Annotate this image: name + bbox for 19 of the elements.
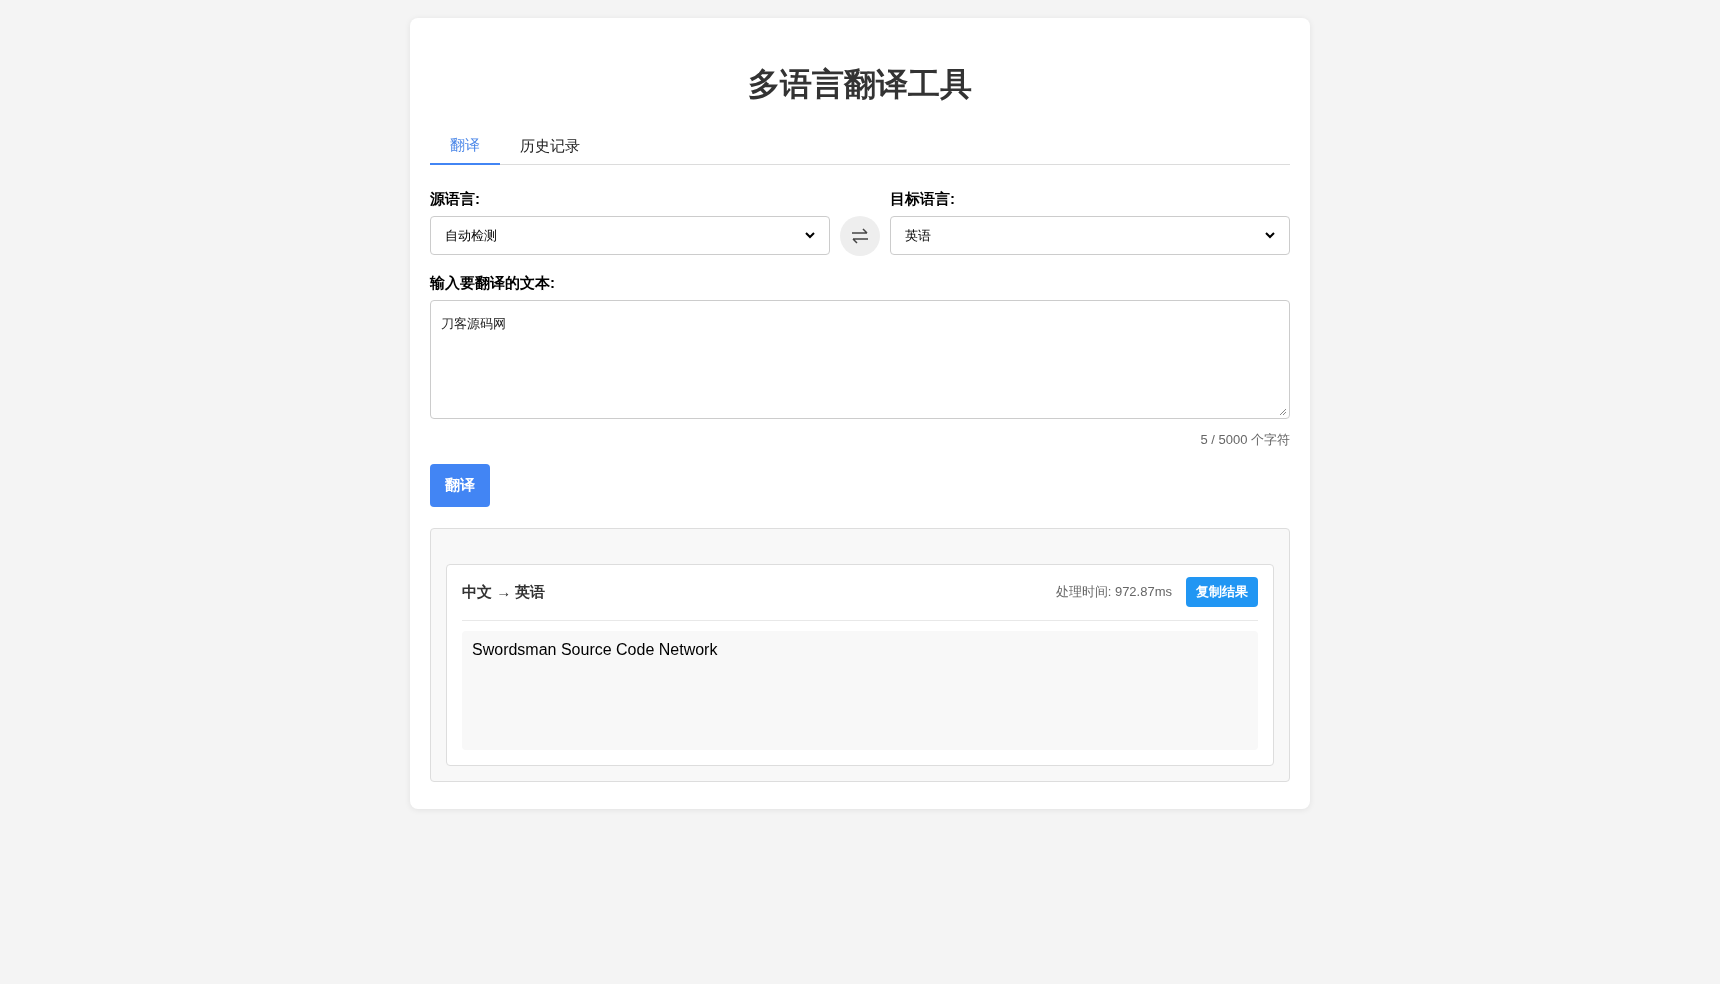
translation-direction: 中文 → 英语: [462, 581, 546, 602]
target-language-select[interactable]: 英语: [890, 216, 1290, 255]
swap-languages-button[interactable]: [840, 216, 880, 256]
chevron-down-icon: [805, 232, 815, 239]
character-counter: 5 / 5000 个字符: [1200, 431, 1290, 449]
processing-time: 处理时间: 972.87ms: [1055, 583, 1172, 602]
resize-handle-icon: [1279, 408, 1287, 416]
target-language-label: 目标语言:: [890, 189, 956, 209]
page-title: 多语言翻译工具: [747, 65, 973, 104]
swap-arrows-icon: [850, 228, 870, 244]
translation-output: Swordsman Source Code Network: [462, 630, 1258, 750]
tab[interactable]: 翻译: [430, 128, 500, 165]
translate-button[interactable]: 翻译: [430, 463, 490, 507]
text-input-area[interactable]: 刀客源码网: [430, 300, 1290, 419]
input-text-label: 输入要翻译的文本:: [430, 273, 556, 293]
source-language-select[interactable]: 自动检测: [430, 216, 830, 255]
chevron-down-icon: [1265, 232, 1275, 239]
source-language-label: 源语言:: [430, 189, 481, 209]
tab[interactable]: 历史记录: [500, 128, 600, 165]
